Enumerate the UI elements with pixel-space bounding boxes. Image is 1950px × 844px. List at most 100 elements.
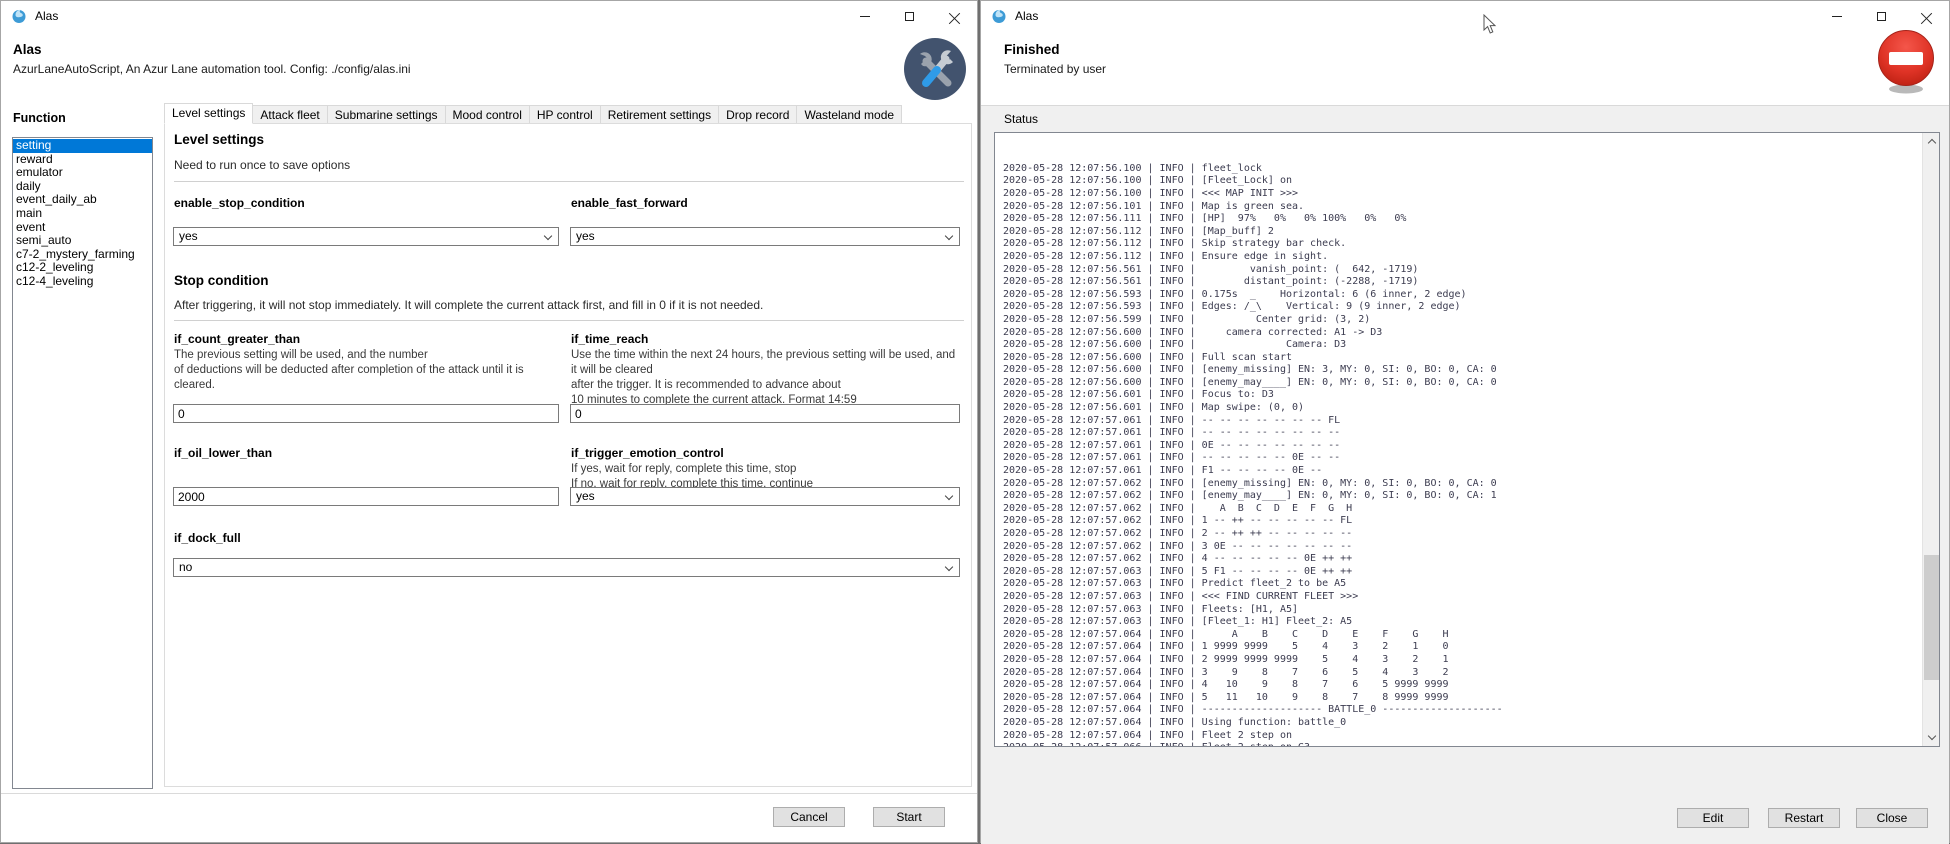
section-title-stop-condition: Stop condition	[174, 273, 268, 288]
stop-sign-icon	[1875, 29, 1937, 95]
settings-tab[interactable]: Level settings	[164, 103, 253, 124]
divider	[174, 320, 964, 321]
log-line: 2020-05-28 12:07:57.061 | INFO | 0E -- -…	[1003, 440, 1922, 453]
log-line: 2020-05-28 12:07:57.066 | INFO | Fleet_2…	[1003, 742, 1922, 747]
close-icon	[1921, 11, 1932, 22]
log-output[interactable]: 2020-05-28 12:07:56.100 | INFO | fleet_l…	[994, 132, 1940, 747]
close-icon	[949, 11, 960, 22]
log-line: 2020-05-28 12:07:56.593 | INFO | Edges: …	[1003, 301, 1922, 314]
settings-tabbar: Level settingsAttack fleetSubmarine sett…	[164, 103, 902, 124]
log-line: 2020-05-28 12:07:56.100 | INFO | <<< MAP…	[1003, 188, 1922, 201]
function-list-item[interactable]: c12-2_leveling	[13, 261, 152, 275]
settings-tab[interactable]: Wasteland mode	[797, 105, 902, 124]
restart-button[interactable]: Restart	[1768, 808, 1840, 828]
select-value: yes	[179, 229, 198, 243]
function-list-item[interactable]: event_daily_ab	[13, 193, 152, 207]
select-value: yes	[576, 489, 595, 503]
settings-tab[interactable]: Mood control	[446, 105, 530, 124]
header-title: Alas	[13, 42, 42, 57]
select-if-dock-full[interactable]: no	[173, 558, 960, 577]
maximize-button[interactable]	[887, 1, 932, 31]
select-enable-fast-forward[interactable]: yes	[570, 227, 960, 246]
log-line: 2020-05-28 12:07:57.064 | INFO | 4 10 9 …	[1003, 679, 1922, 692]
scroll-down-button[interactable]	[1923, 729, 1940, 746]
log-line: 2020-05-28 12:07:57.062 | INFO | 4 -- --…	[1003, 553, 1922, 566]
chevron-down-icon	[945, 232, 953, 240]
close-button[interactable]	[1904, 1, 1949, 31]
log-line: 2020-05-28 12:07:57.062 | INFO | 2 -- ++…	[1003, 528, 1922, 541]
log-line: 2020-05-28 12:07:57.061 | INFO | -- -- -…	[1003, 452, 1922, 465]
chevron-down-icon	[945, 492, 953, 500]
scroll-up-button[interactable]	[1923, 133, 1940, 150]
input-if-count-greater-than[interactable]	[173, 404, 559, 423]
log-line: 2020-05-28 12:07:57.061 | INFO | -- -- -…	[1003, 427, 1922, 440]
desc-if-time-reach: Use the time within the next 24 hours, t…	[571, 348, 963, 408]
section-desc-stop-condition: After triggering, it will not stop immed…	[174, 298, 763, 312]
function-list-item[interactable]: reward	[13, 153, 152, 167]
log-line: 2020-05-28 12:07:57.061 | INFO | F1 -- -…	[1003, 465, 1922, 478]
cancel-button[interactable]: Cancel	[773, 807, 845, 827]
function-list[interactable]: settingrewardemulatordailyevent_daily_ab…	[12, 137, 153, 789]
chevron-down-icon	[945, 563, 953, 571]
window-title: Alas	[35, 9, 58, 23]
function-list-item[interactable]: setting	[13, 139, 152, 153]
minimize-button[interactable]	[1814, 1, 1859, 31]
maximize-button[interactable]	[1859, 1, 1904, 31]
status-group-label: Status	[1004, 112, 1038, 126]
function-list-item[interactable]: daily	[13, 180, 152, 194]
select-enable-stop-condition[interactable]: yes	[173, 227, 559, 246]
label-if-time-reach: if_time_reach	[571, 332, 648, 346]
settings-tab[interactable]: Submarine settings	[328, 105, 446, 124]
alas-app-icon	[11, 8, 27, 24]
log-line: 2020-05-28 12:07:56.600 | INFO | [enemy_…	[1003, 364, 1922, 377]
log-line: 2020-05-28 12:07:56.111 | INFO | [HP] 97…	[1003, 213, 1922, 226]
start-button[interactable]: Start	[873, 807, 945, 827]
scrollbar-thumb[interactable]	[1924, 555, 1939, 680]
log-line: 2020-05-28 12:07:56.599 | INFO | Center …	[1003, 314, 1922, 327]
desc-if-count-greater-than: The previous setting will be used, and t…	[174, 348, 560, 393]
function-list-item[interactable]: event	[13, 221, 152, 235]
select-if-trigger-emotion-control[interactable]: yes	[570, 487, 960, 506]
input-if-time-reach[interactable]	[570, 404, 960, 423]
settings-tab[interactable]: HP control	[530, 105, 601, 124]
label-if-oil-lower-than: if_oil_lower_than	[174, 446, 272, 460]
function-list-item[interactable]: c12-4_leveling	[13, 275, 152, 289]
close-action-button[interactable]: Close	[1856, 808, 1928, 828]
function-list-item[interactable]: main	[13, 207, 152, 221]
label-if-trigger-emotion-control: if_trigger_emotion_control	[571, 446, 724, 460]
function-list-item[interactable]: emulator	[13, 166, 152, 180]
section-title-level-settings: Level settings	[174, 132, 264, 147]
log-line: 2020-05-28 12:07:57.062 | INFO | [enemy_…	[1003, 490, 1922, 503]
chevron-down-icon	[544, 232, 552, 240]
function-list-item[interactable]: c7-2_mystery_farming	[13, 248, 152, 262]
log-line: 2020-05-28 12:07:57.061 | INFO | -- -- -…	[1003, 415, 1922, 428]
header-subtitle: AzurLaneAutoScript, An Azur Lane automat…	[13, 62, 411, 76]
log-line: 2020-05-28 12:07:57.063 | INFO | 5 F1 --…	[1003, 566, 1922, 579]
status-panel: Status 2020-05-28 12:07:56.100 | INFO | …	[981, 105, 1949, 844]
select-value: no	[179, 560, 192, 574]
log-line: 2020-05-28 12:07:57.062 | INFO | [enemy_…	[1003, 478, 1922, 491]
input-if-oil-lower-than[interactable]	[173, 487, 559, 506]
mouse-cursor	[1483, 14, 1497, 35]
settings-tab[interactable]: Attack fleet	[253, 105, 327, 124]
close-button[interactable]	[932, 1, 977, 31]
function-list-item[interactable]: semi_auto	[13, 234, 152, 248]
edit-button[interactable]: Edit	[1677, 808, 1749, 828]
settings-tab[interactable]: Drop record	[719, 105, 797, 124]
log-line: 2020-05-28 12:07:57.063 | INFO | Fleets:…	[1003, 604, 1922, 617]
chevron-down-icon	[1928, 732, 1936, 740]
settings-tab[interactable]: Retirement settings	[601, 105, 719, 124]
maximize-icon	[1877, 12, 1886, 21]
log-line: 2020-05-28 12:07:56.101 | INFO | Map is …	[1003, 201, 1922, 214]
log-line: 2020-05-28 12:07:56.600 | INFO | Camera:…	[1003, 339, 1922, 352]
minimize-icon	[860, 16, 870, 17]
log-scrollbar[interactable]	[1922, 133, 1939, 746]
titlebar: Alas	[981, 1, 1949, 31]
log-line: 2020-05-28 12:07:57.063 | INFO | <<< FIN…	[1003, 591, 1922, 604]
log-line: 2020-05-28 12:07:57.064 | INFO | Using f…	[1003, 717, 1922, 730]
minimize-button[interactable]	[842, 1, 887, 31]
log-line: 2020-05-28 12:07:56.100 | INFO | [Fleet_…	[1003, 175, 1922, 188]
log-line: 2020-05-28 12:07:56.112 | INFO | Skip st…	[1003, 238, 1922, 251]
tools-icon	[904, 38, 966, 100]
log-line: 2020-05-28 12:07:57.064 | INFO | 3 9 8 7…	[1003, 667, 1922, 680]
